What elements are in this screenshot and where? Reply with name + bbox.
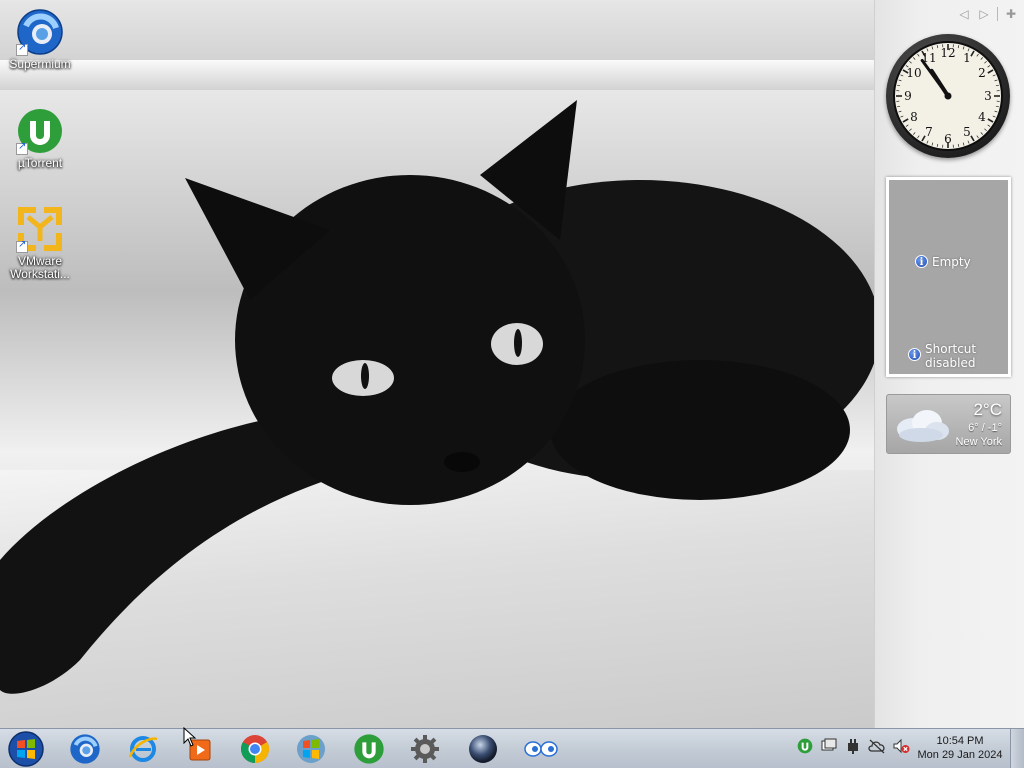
- svg-text:2: 2: [978, 66, 986, 80]
- svg-text:8: 8: [910, 110, 918, 124]
- taskbar-orb[interactable]: [458, 731, 508, 767]
- sidebar-separator: [997, 7, 998, 21]
- svg-text:10: 10: [906, 66, 921, 80]
- desktop-icon-utorrent[interactable]: µTorrent: [2, 107, 78, 170]
- taskbar-supermium[interactable]: [60, 731, 110, 767]
- eyes-icon: [524, 741, 558, 757]
- taskbar-date: Mon 29 Jan 2024: [917, 749, 1003, 761]
- slideshow-empty-message: i Empty: [915, 255, 971, 269]
- weather-gadget[interactable]: 2°C 6° / -1° New York: [886, 394, 1011, 454]
- cat-photo: [0, 100, 874, 694]
- taskbar-windows[interactable]: [286, 731, 336, 767]
- sidebar-controls: ◁ ▷ ✚: [957, 6, 1018, 22]
- sidebar-add-gadget-button[interactable]: ✚: [1004, 6, 1018, 22]
- supermium-icon: [70, 734, 100, 764]
- desktop-icon-label: Supermium: [9, 57, 71, 71]
- shortcut-arrow-icon: [16, 239, 28, 253]
- taskbar-clock[interactable]: 10:54 PM Mon 29 Jan 2024: [912, 734, 1008, 762]
- tray-onedrive-icon[interactable]: [868, 737, 886, 755]
- windows-icon: [297, 735, 325, 763]
- windows-orb-icon: [8, 731, 44, 767]
- cloud-icon: [897, 410, 949, 442]
- tray-utorrent-icon[interactable]: [796, 737, 814, 755]
- taskbar: 10:54 PM Mon 29 Jan 2024: [0, 728, 1024, 768]
- gear-icon: [411, 735, 439, 763]
- desktop-icon-label: VMware Workstati...: [10, 254, 70, 281]
- weather-city: New York: [955, 436, 1002, 448]
- sidebar-next-button[interactable]: ▷: [977, 6, 991, 22]
- svg-text:9: 9: [904, 89, 912, 103]
- slideshow-shortcut-label: Shortcut disabled: [925, 342, 977, 370]
- start-button[interactable]: [6, 731, 46, 767]
- svg-text:7: 7: [925, 125, 933, 139]
- show-desktop-button[interactable]: [1010, 729, 1024, 768]
- taskbar-time: 10:54 PM: [936, 735, 984, 747]
- tray-power-icon[interactable]: [844, 737, 862, 755]
- slideshow-gadget[interactable]: i Empty i Shortcut disabled: [886, 177, 1011, 377]
- svg-text:4: 4: [978, 110, 986, 124]
- taskbar-eyes[interactable]: [516, 731, 566, 767]
- info-icon: i: [915, 255, 928, 268]
- slideshow-shortcut-message: i Shortcut disabled: [908, 342, 998, 370]
- orb-icon: [469, 735, 497, 763]
- utorrent-icon: [16, 107, 64, 155]
- svg-text:3: 3: [984, 89, 992, 103]
- tray-volume-muted-icon[interactable]: [892, 737, 910, 755]
- svg-text:6: 6: [944, 132, 952, 146]
- info-icon: i: [908, 348, 921, 361]
- shortcut-arrow-icon: [16, 141, 28, 155]
- mouse-cursor-icon: [183, 727, 197, 747]
- weather-range: 6° / -1°: [968, 422, 1002, 434]
- taskbar-media-player[interactable]: [174, 731, 224, 767]
- desktop-icon-label: µTorrent: [17, 156, 63, 170]
- utorrent-icon: [354, 734, 384, 764]
- tray-task-manager-icon[interactable]: [820, 737, 838, 755]
- taskbar-chrome[interactable]: [230, 731, 280, 767]
- ie-icon: [128, 736, 158, 762]
- chrome-icon: [241, 735, 269, 763]
- taskbar-internet-explorer[interactable]: [118, 731, 168, 767]
- taskbar-utorrent[interactable]: [344, 731, 394, 767]
- slideshow-empty-label: Empty: [932, 255, 971, 269]
- taskbar-settings[interactable]: [400, 731, 450, 767]
- shortcut-arrow-icon: [16, 42, 28, 56]
- svg-text:5: 5: [963, 125, 971, 139]
- sidebar-prev-button[interactable]: ◁: [957, 6, 971, 22]
- supermium-icon: [16, 8, 64, 56]
- clock-gadget[interactable]: 12 1 2 3 4 5 6 7 8 9 10 11: [886, 34, 1010, 158]
- system-tray: [796, 737, 910, 755]
- weather-temperature: 2°C: [973, 400, 1002, 419]
- clock-face: 12 1 2 3 4 5 6 7 8 9 10 11: [893, 41, 1003, 151]
- vmware-icon: [16, 205, 64, 253]
- desktop-wallpaper: [0, 0, 874, 728]
- desktop-icon-vmware[interactable]: VMware Workstati...: [2, 205, 78, 281]
- svg-text:12: 12: [940, 46, 955, 60]
- desktop-icon-supermium[interactable]: Supermium: [2, 8, 78, 71]
- svg-text:1: 1: [963, 51, 971, 65]
